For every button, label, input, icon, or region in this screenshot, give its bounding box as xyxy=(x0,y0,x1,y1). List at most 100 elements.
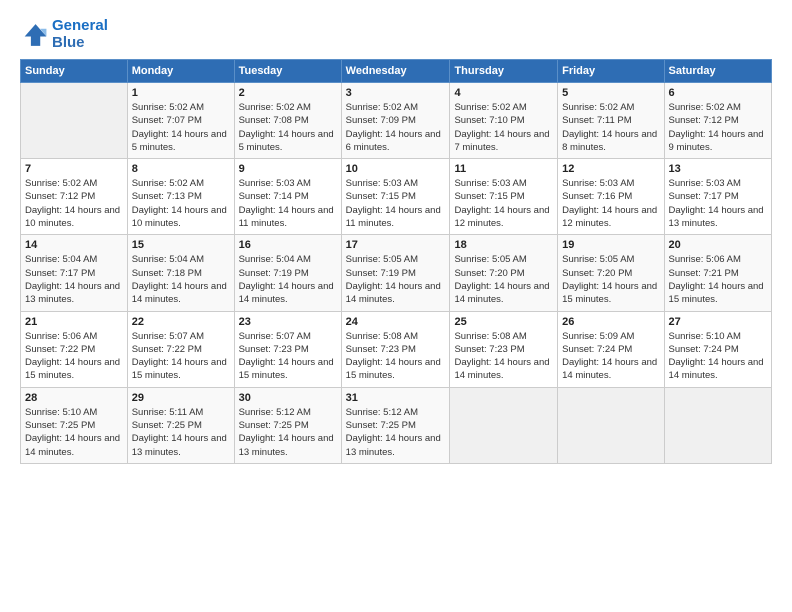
day-number: 12 xyxy=(562,163,659,175)
day-info: Sunrise: 5:06 AM Sunset: 7:22 PM Dayligh… xyxy=(25,330,123,383)
day-number: 19 xyxy=(562,239,659,251)
day-number: 28 xyxy=(25,392,123,404)
day-info: Sunrise: 5:12 AM Sunset: 7:25 PM Dayligh… xyxy=(346,406,446,459)
daylight-text: Daylight: 14 hours and 6 minutes. xyxy=(346,129,441,153)
day-info: Sunrise: 5:02 AM Sunset: 7:12 PM Dayligh… xyxy=(25,177,123,230)
day-number: 3 xyxy=(346,87,446,99)
day-info: Sunrise: 5:02 AM Sunset: 7:08 PM Dayligh… xyxy=(239,101,337,154)
day-info: Sunrise: 5:08 AM Sunset: 7:23 PM Dayligh… xyxy=(454,330,553,383)
day-number: 13 xyxy=(669,163,767,175)
page: General Blue SundayMondayTuesdayWednesda… xyxy=(0,0,792,612)
day-info: Sunrise: 5:02 AM Sunset: 7:12 PM Dayligh… xyxy=(669,101,767,154)
day-number: 16 xyxy=(239,239,337,251)
day-number: 17 xyxy=(346,239,446,251)
daylight-text: Daylight: 14 hours and 13 minutes. xyxy=(346,433,441,457)
header-day-saturday: Saturday xyxy=(664,60,771,83)
calendar-cell: 5 Sunrise: 5:02 AM Sunset: 7:11 PM Dayli… xyxy=(558,83,664,159)
day-info: Sunrise: 5:02 AM Sunset: 7:07 PM Dayligh… xyxy=(132,101,230,154)
sunset-text: Sunset: 7:22 PM xyxy=(132,344,202,355)
sunrise-text: Sunrise: 5:03 AM xyxy=(454,178,526,189)
daylight-text: Daylight: 14 hours and 14 minutes. xyxy=(562,357,657,381)
sunset-text: Sunset: 7:17 PM xyxy=(669,191,739,202)
sunset-text: Sunset: 7:20 PM xyxy=(562,268,632,279)
day-number: 14 xyxy=(25,239,123,251)
day-number: 31 xyxy=(346,392,446,404)
sunset-text: Sunset: 7:07 PM xyxy=(132,115,202,126)
day-number: 8 xyxy=(132,163,230,175)
day-number: 1 xyxy=(132,87,230,99)
sunset-text: Sunset: 7:12 PM xyxy=(25,191,95,202)
day-info: Sunrise: 5:02 AM Sunset: 7:09 PM Dayligh… xyxy=(346,101,446,154)
calendar-cell: 21 Sunrise: 5:06 AM Sunset: 7:22 PM Dayl… xyxy=(21,311,128,387)
daylight-text: Daylight: 14 hours and 13 minutes. xyxy=(25,281,120,305)
sunset-text: Sunset: 7:23 PM xyxy=(239,344,309,355)
day-info: Sunrise: 5:04 AM Sunset: 7:19 PM Dayligh… xyxy=(239,253,337,306)
day-number: 15 xyxy=(132,239,230,251)
calendar-cell: 31 Sunrise: 5:12 AM Sunset: 7:25 PM Dayl… xyxy=(341,387,450,463)
calendar-cell: 2 Sunrise: 5:02 AM Sunset: 7:08 PM Dayli… xyxy=(234,83,341,159)
day-info: Sunrise: 5:06 AM Sunset: 7:21 PM Dayligh… xyxy=(669,253,767,306)
day-info: Sunrise: 5:12 AM Sunset: 7:25 PM Dayligh… xyxy=(239,406,337,459)
sunset-text: Sunset: 7:16 PM xyxy=(562,191,632,202)
header-day-sunday: Sunday xyxy=(21,60,128,83)
sunrise-text: Sunrise: 5:05 AM xyxy=(562,254,634,265)
calendar-cell: 16 Sunrise: 5:04 AM Sunset: 7:19 PM Dayl… xyxy=(234,235,341,311)
logo-icon xyxy=(20,21,48,49)
day-number: 23 xyxy=(239,316,337,328)
sunset-text: Sunset: 7:23 PM xyxy=(346,344,416,355)
daylight-text: Daylight: 14 hours and 7 minutes. xyxy=(454,129,549,153)
calendar-week-row: 7 Sunrise: 5:02 AM Sunset: 7:12 PM Dayli… xyxy=(21,159,772,235)
day-info: Sunrise: 5:04 AM Sunset: 7:18 PM Dayligh… xyxy=(132,253,230,306)
daylight-text: Daylight: 14 hours and 5 minutes. xyxy=(239,129,334,153)
sunrise-text: Sunrise: 5:03 AM xyxy=(346,178,418,189)
day-info: Sunrise: 5:02 AM Sunset: 7:11 PM Dayligh… xyxy=(562,101,659,154)
header-day-thursday: Thursday xyxy=(450,60,558,83)
day-info: Sunrise: 5:07 AM Sunset: 7:22 PM Dayligh… xyxy=(132,330,230,383)
day-number: 22 xyxy=(132,316,230,328)
daylight-text: Daylight: 14 hours and 15 minutes. xyxy=(562,281,657,305)
sunset-text: Sunset: 7:19 PM xyxy=(346,268,416,279)
sunset-text: Sunset: 7:14 PM xyxy=(239,191,309,202)
daylight-text: Daylight: 14 hours and 12 minutes. xyxy=(562,205,657,229)
daylight-text: Daylight: 14 hours and 15 minutes. xyxy=(239,357,334,381)
daylight-text: Daylight: 14 hours and 5 minutes. xyxy=(132,129,227,153)
header-day-friday: Friday xyxy=(558,60,664,83)
sunset-text: Sunset: 7:21 PM xyxy=(669,268,739,279)
calendar-cell: 8 Sunrise: 5:02 AM Sunset: 7:13 PM Dayli… xyxy=(127,159,234,235)
daylight-text: Daylight: 14 hours and 14 minutes. xyxy=(25,433,120,457)
sunset-text: Sunset: 7:15 PM xyxy=(346,191,416,202)
sunrise-text: Sunrise: 5:04 AM xyxy=(25,254,97,265)
calendar-cell: 23 Sunrise: 5:07 AM Sunset: 7:23 PM Dayl… xyxy=(234,311,341,387)
day-info: Sunrise: 5:03 AM Sunset: 7:15 PM Dayligh… xyxy=(346,177,446,230)
sunset-text: Sunset: 7:12 PM xyxy=(669,115,739,126)
sunset-text: Sunset: 7:15 PM xyxy=(454,191,524,202)
daylight-text: Daylight: 14 hours and 10 minutes. xyxy=(132,205,227,229)
day-info: Sunrise: 5:10 AM Sunset: 7:25 PM Dayligh… xyxy=(25,406,123,459)
day-number: 25 xyxy=(454,316,553,328)
sunrise-text: Sunrise: 5:02 AM xyxy=(346,102,418,113)
sunrise-text: Sunrise: 5:12 AM xyxy=(346,407,418,418)
day-number: 9 xyxy=(239,163,337,175)
sunset-text: Sunset: 7:11 PM xyxy=(562,115,632,126)
header: General Blue xyxy=(20,18,772,51)
day-number: 20 xyxy=(669,239,767,251)
day-number: 29 xyxy=(132,392,230,404)
sunset-text: Sunset: 7:25 PM xyxy=(346,420,416,431)
day-info: Sunrise: 5:08 AM Sunset: 7:23 PM Dayligh… xyxy=(346,330,446,383)
sunrise-text: Sunrise: 5:08 AM xyxy=(454,331,526,342)
daylight-text: Daylight: 14 hours and 14 minutes. xyxy=(454,357,549,381)
day-number: 4 xyxy=(454,87,553,99)
daylight-text: Daylight: 14 hours and 14 minutes. xyxy=(669,357,764,381)
daylight-text: Daylight: 14 hours and 15 minutes. xyxy=(132,357,227,381)
sunset-text: Sunset: 7:24 PM xyxy=(562,344,632,355)
day-info: Sunrise: 5:03 AM Sunset: 7:14 PM Dayligh… xyxy=(239,177,337,230)
calendar-week-row: 28 Sunrise: 5:10 AM Sunset: 7:25 PM Dayl… xyxy=(21,387,772,463)
daylight-text: Daylight: 14 hours and 8 minutes. xyxy=(562,129,657,153)
sunrise-text: Sunrise: 5:02 AM xyxy=(562,102,634,113)
calendar-cell xyxy=(664,387,771,463)
day-number: 21 xyxy=(25,316,123,328)
sunset-text: Sunset: 7:22 PM xyxy=(25,344,95,355)
day-number: 2 xyxy=(239,87,337,99)
sunrise-text: Sunrise: 5:10 AM xyxy=(25,407,97,418)
sunrise-text: Sunrise: 5:06 AM xyxy=(669,254,741,265)
